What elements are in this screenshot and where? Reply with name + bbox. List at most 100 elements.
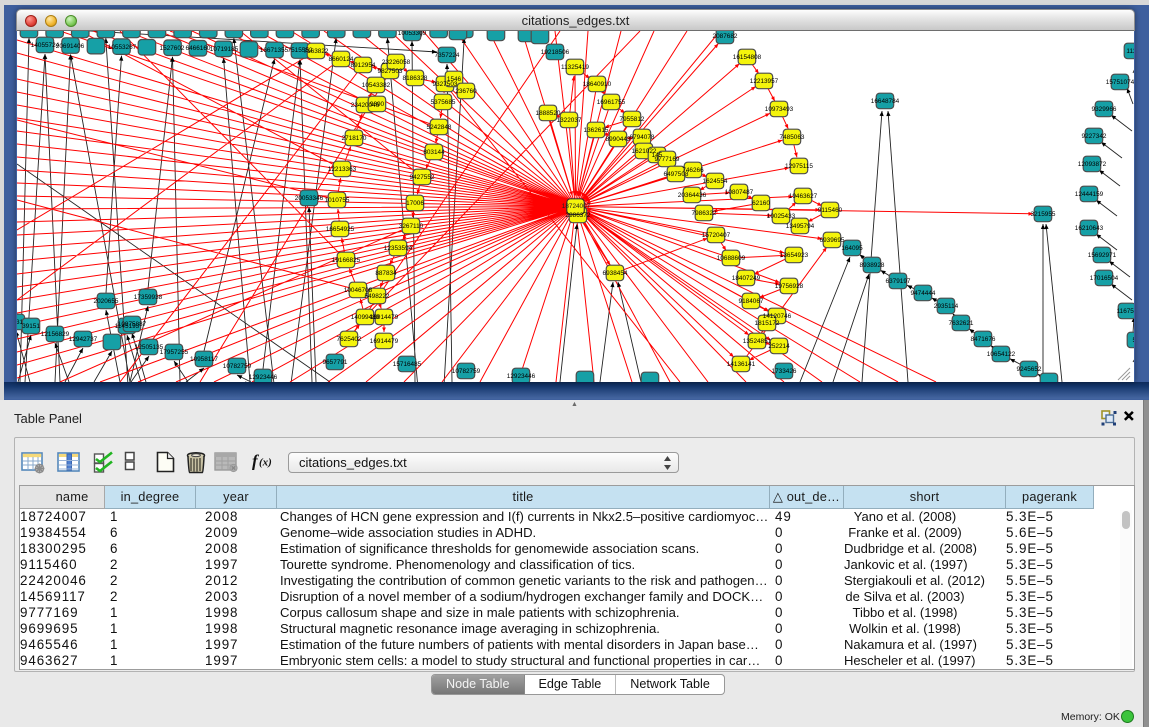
- svg-text:12942737: 12942737: [69, 336, 98, 343]
- svg-text:7163822: 7163822: [304, 48, 329, 55]
- svg-text:7632621: 7632621: [949, 320, 974, 327]
- svg-text:12213363: 12213363: [328, 166, 357, 173]
- svg-text:10958117: 10958117: [190, 356, 218, 363]
- svg-text:3267110: 3267110: [399, 223, 424, 230]
- svg-text:16961755: 16961755: [597, 99, 626, 106]
- svg-text:9777169: 9777169: [655, 156, 680, 163]
- svg-text:12444159: 12444159: [1075, 191, 1104, 198]
- svg-text:12975115: 12975115: [785, 163, 813, 170]
- svg-text:7955812: 7955812: [620, 116, 645, 123]
- svg-text:9474444: 9474444: [911, 290, 936, 297]
- svg-text:12923446: 12923446: [507, 373, 536, 380]
- svg-text:9390: 9390: [370, 101, 385, 108]
- svg-text:9657791: 9657791: [323, 359, 348, 366]
- svg-text:236760: 236760: [455, 88, 477, 95]
- svg-text:5498222: 5498222: [365, 293, 390, 300]
- svg-text:9227342: 9227342: [1082, 133, 1107, 140]
- svg-text:9184067: 9184067: [739, 298, 764, 305]
- svg-text:23226058: 23226058: [382, 59, 411, 66]
- svg-text:14120746: 14120746: [763, 313, 792, 320]
- svg-text:5375685: 5375685: [431, 99, 456, 106]
- svg-text:1546: 1546: [447, 76, 462, 83]
- svg-text:15692971: 15692971: [1088, 252, 1117, 259]
- svg-text:10053309: 10053309: [398, 31, 427, 37]
- svg-text:62160: 62160: [752, 200, 770, 207]
- svg-text:1362615: 1362615: [584, 127, 609, 134]
- svg-text:8990443: 8990443: [606, 136, 631, 143]
- svg-text:1527602: 1527602: [160, 45, 185, 52]
- svg-text:803144: 803144: [423, 149, 445, 156]
- svg-text:17359938: 17359938: [134, 294, 163, 301]
- svg-text:1815172: 1815172: [755, 320, 780, 327]
- svg-text:19166825: 19166825: [332, 257, 361, 264]
- svg-text:12353594: 12353594: [384, 245, 413, 252]
- svg-text:10543382: 10543382: [362, 82, 391, 89]
- svg-text:164095: 164095: [841, 245, 863, 252]
- svg-text:2087682: 2087682: [713, 33, 738, 40]
- svg-text:18640910: 18640910: [583, 81, 612, 88]
- svg-text:10553267: 10553267: [108, 44, 137, 51]
- svg-text:19218506: 19218506: [541, 49, 570, 56]
- svg-text:9427552: 9427552: [410, 174, 435, 181]
- svg-text:15751074: 15751074: [1106, 79, 1134, 86]
- svg-text:11325419: 11325419: [561, 64, 589, 71]
- svg-text:10973493: 10973493: [765, 106, 794, 113]
- svg-text:2935114: 2935114: [934, 303, 959, 310]
- svg-text:10719185: 10719185: [210, 46, 239, 53]
- svg-text:9245652: 9245652: [1017, 366, 1042, 373]
- svg-text:15716485: 15716485: [393, 361, 422, 368]
- svg-text:16914479: 16914479: [370, 338, 399, 345]
- svg-text:5242848: 5242848: [427, 124, 452, 131]
- svg-text:8471676: 8471676: [971, 336, 996, 343]
- svg-text:8938928: 8938928: [860, 262, 885, 269]
- svg-text:16210643: 16210643: [1075, 225, 1104, 232]
- svg-text:6939695: 6939695: [820, 237, 845, 244]
- svg-text:6938454: 6938454: [603, 270, 628, 277]
- svg-text:746266: 746266: [682, 167, 704, 174]
- svg-text:16671355: 16671355: [260, 47, 289, 54]
- svg-text:10782759: 10782759: [223, 363, 252, 370]
- svg-text:1888520: 1888520: [536, 110, 561, 117]
- svg-text:16154808: 16154808: [733, 54, 762, 61]
- svg-text:887834: 887834: [375, 270, 397, 277]
- svg-text:7357224: 7357224: [435, 52, 460, 59]
- svg-text:18724007: 18724007: [562, 203, 591, 210]
- svg-text:18407249: 18407249: [732, 275, 761, 282]
- svg-text:19463627: 19463627: [789, 193, 818, 200]
- svg-text:13524851: 13524851: [743, 338, 772, 345]
- svg-text:9115460: 9115460: [818, 207, 843, 214]
- svg-text:13654923: 13654923: [780, 252, 809, 259]
- svg-text:39151: 39151: [22, 323, 40, 330]
- svg-text:3215955: 3215955: [1031, 211, 1056, 218]
- svg-text:1112: 1112: [1126, 48, 1134, 55]
- svg-text:6379197: 6379197: [886, 278, 911, 285]
- svg-text:7485063: 7485063: [780, 134, 805, 141]
- svg-text:17016504: 17016504: [1090, 275, 1119, 282]
- svg-text:1010755: 1010755: [325, 197, 350, 204]
- svg-text:53: 53: [1132, 337, 1134, 344]
- svg-text:12923446: 12923446: [249, 374, 278, 381]
- svg-text:17006: 17006: [406, 200, 424, 207]
- svg-text:252214: 252214: [768, 343, 790, 350]
- svg-text:7625402: 7625402: [337, 336, 362, 343]
- svg-text:116753: 116753: [1117, 308, 1134, 315]
- svg-text:2020655: 2020655: [94, 298, 119, 305]
- svg-text:12156829: 12156829: [41, 331, 70, 338]
- svg-text:6794078: 6794078: [630, 134, 655, 141]
- svg-text:2986372: 2986372: [566, 212, 591, 219]
- svg-text:20053346: 20053346: [295, 195, 324, 202]
- svg-text:(x): (x): [259, 457, 272, 469]
- svg-text:16914479: 16914479: [370, 314, 399, 321]
- svg-text:16648784: 16648784: [871, 98, 900, 105]
- svg-text:15720407: 15720407: [702, 232, 731, 239]
- svg-text:19756928: 19756928: [775, 283, 804, 290]
- svg-text:10025433: 10025433: [767, 213, 796, 220]
- svg-text:16654925: 16654925: [326, 226, 355, 233]
- svg-text:10654122: 10654122: [987, 351, 1016, 358]
- svg-text:1624554: 1624554: [703, 178, 728, 185]
- svg-text:1733426: 1733426: [772, 368, 797, 375]
- svg-text:13495794: 13495794: [786, 223, 815, 230]
- svg-text:14136141: 14136141: [727, 361, 756, 368]
- svg-text:2718170: 2718170: [342, 135, 367, 142]
- svg-text:7986322: 7986322: [692, 210, 717, 217]
